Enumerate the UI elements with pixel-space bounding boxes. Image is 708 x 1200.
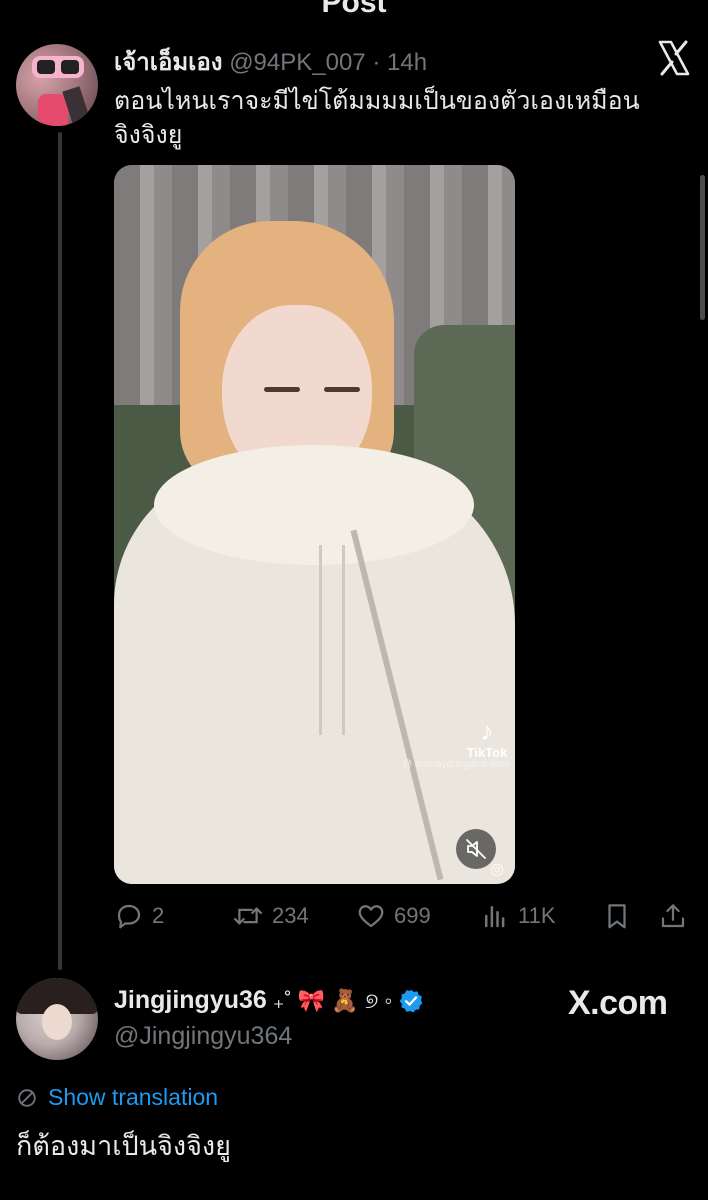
views-button[interactable]: 11K [480, 896, 556, 936]
avatar[interactable] [16, 978, 98, 1060]
share-icon [661, 904, 685, 928]
tweet-actions: 2 234 699 11K [114, 896, 694, 936]
tweet-text-line-2: จิงจิงยู [114, 121, 183, 149]
reply-author-handle[interactable]: @Jingjingyu364 [114, 1022, 292, 1051]
name-emoji: ₊˚ 🎀 🧸 ୭ ◦ [272, 987, 393, 1013]
avatar-glasses [32, 56, 84, 78]
bookmark-icon [608, 904, 626, 929]
page-title: Post [321, 0, 387, 19]
tiktok-username: @ accnaydungdeduless [402, 759, 509, 770]
tiktok-watermark: ♪ TikTok [462, 717, 512, 760]
video-person-hood [154, 445, 474, 565]
tiktok-label: TikTok [466, 745, 508, 760]
post-page: Post เจ้าเอ็มเอง @94PK_007 · 14h ตอนไหนเ… [0, 0, 708, 1200]
show-translation-label[interactable]: Show translation [48, 1084, 218, 1111]
author-handle[interactable]: @94PK_007 [229, 49, 365, 76]
reply-author-row: Jingjingyu36 ₊˚ 🎀 🧸 ୭ ◦ [114, 986, 424, 1015]
reply-button[interactable]: 2 [114, 896, 164, 936]
video-person-eye-right [324, 387, 360, 392]
weibo-icon: ◎ [490, 861, 504, 878]
show-translation-link[interactable]: Show translation [16, 1084, 218, 1111]
video-hoodie-string [342, 545, 345, 735]
muted-speaker-icon [466, 839, 486, 859]
avatar-shirt [38, 94, 68, 126]
tweet-text: ตอนไหนเราจะมีไข่โต้มมมมเป็นของตัวเองเหมื… [114, 84, 684, 152]
tiktok-icon: ♪ [480, 716, 494, 746]
share-button[interactable] [658, 896, 696, 936]
tweet-header: เจ้าเอ็มเอง @94PK_007 · 14h [114, 42, 427, 81]
xcom-brand: X.com [568, 984, 668, 1022]
reply-text: ก็ต้องมาเป็นจิงจิงยู [16, 1131, 231, 1161]
views-icon [485, 906, 505, 928]
reply-author-name[interactable]: Jingjingyu36 [114, 986, 267, 1015]
video-hoodie-string [319, 545, 322, 735]
like-count: 699 [394, 903, 431, 928]
verified-badge-icon [399, 989, 423, 1012]
scrollbar[interactable] [700, 175, 705, 320]
avatar-face [42, 1004, 72, 1040]
globe-icon [18, 1088, 36, 1107]
repost-count: 234 [272, 903, 309, 928]
heart-icon [358, 905, 384, 928]
avatar[interactable] [16, 44, 98, 126]
views-count: 11K [518, 903, 556, 928]
tweet-text-line-1: ตอนไหนเราจะมีไข่โต้มมมมเป็นของตัวเองเหมื… [114, 87, 640, 115]
author-name[interactable]: เจ้าเอ็มเอง [114, 49, 223, 76]
tweet-time[interactable]: 14h [387, 49, 427, 76]
reply-icon [117, 904, 141, 929]
thread-line [58, 132, 62, 970]
video-person-eye-left [264, 387, 300, 392]
bookmark-button[interactable] [602, 896, 640, 936]
reply-count: 2 [152, 903, 165, 928]
meta-separator: · [372, 49, 381, 76]
x-logo-icon[interactable] [654, 38, 694, 78]
tweet-video[interactable]: ♪ TikTok @ accnaydungdeduless ◎ [114, 165, 515, 884]
like-button[interactable]: 699 [356, 896, 431, 936]
repost-button[interactable]: 234 [232, 896, 309, 936]
repost-icon [233, 907, 263, 925]
